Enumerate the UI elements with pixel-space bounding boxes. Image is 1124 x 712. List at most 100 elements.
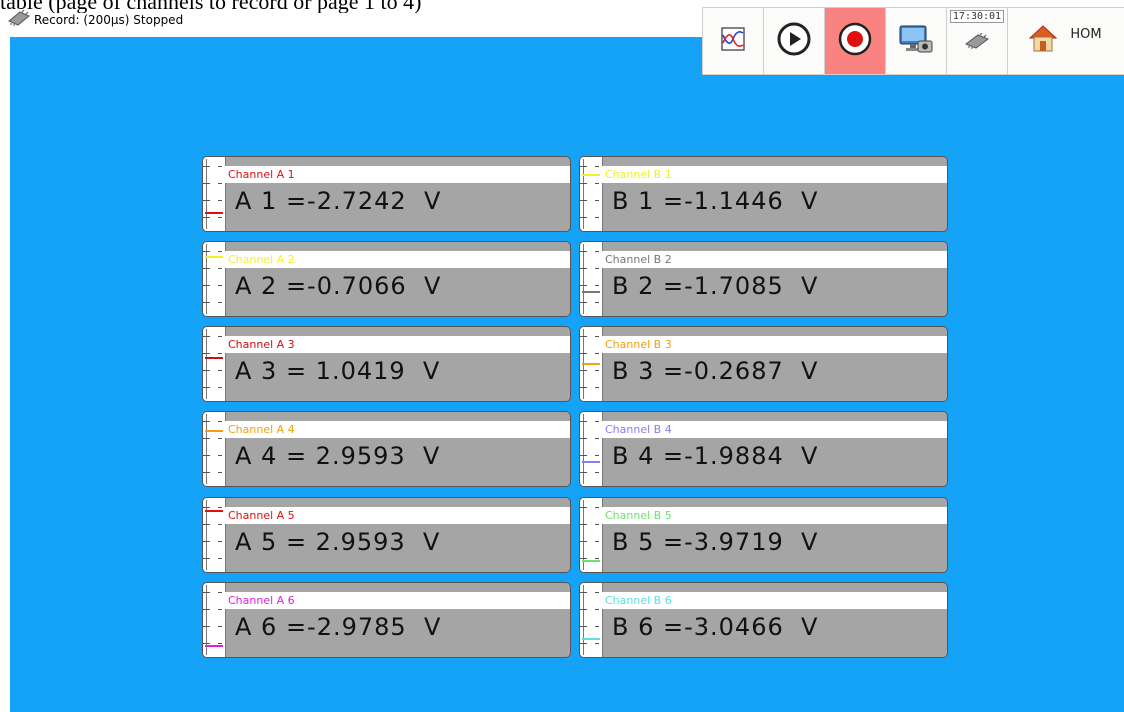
gauge-spine xyxy=(583,244,584,314)
gauge-tick xyxy=(218,200,222,201)
channel-panel[interactable]: Channel A 3 A 3 = 1.0419 V xyxy=(202,326,571,402)
gauge-tick xyxy=(595,541,599,542)
screenshot-button[interactable] xyxy=(886,8,947,74)
gauge-tick xyxy=(218,251,222,252)
gauge-tick xyxy=(580,336,587,337)
channel-name: Channel B 3 xyxy=(602,336,947,353)
gauge-level-marker xyxy=(582,461,600,463)
channel-panel[interactable]: Channel B 3 B 3 =-0.2687 V xyxy=(579,326,948,402)
gauge-tick xyxy=(595,524,599,525)
channel-name: Channel B 6 xyxy=(602,592,947,609)
gauge-tick xyxy=(218,217,222,218)
channel-value: B 5 =-3.9719 V xyxy=(612,528,819,556)
gauge-tick xyxy=(218,524,222,525)
gauge-level-marker xyxy=(205,256,223,258)
gauge-spine xyxy=(583,414,584,484)
gauge-tick xyxy=(203,626,210,627)
gauge-tick xyxy=(218,302,222,303)
gauge-spine xyxy=(206,414,207,484)
gauge-spine xyxy=(206,329,207,399)
monitor-camera-icon xyxy=(898,23,934,59)
gauge-tick xyxy=(218,285,222,286)
gauge-tick xyxy=(218,507,222,508)
channel-panel[interactable]: Channel B 1 B 1 =-1.1446 V xyxy=(579,156,948,232)
gauge-tick xyxy=(580,507,587,508)
channel-panel[interactable]: Channel A 1 A 1 =-2.7242 V xyxy=(202,156,571,232)
gauge-tick xyxy=(203,353,210,354)
channel-value: B 1 =-1.1446 V xyxy=(612,187,819,215)
gauge-level-marker xyxy=(205,645,223,647)
gauge-tick xyxy=(580,472,587,473)
trace-view-button[interactable] xyxy=(703,8,764,74)
gauge-tick xyxy=(580,353,587,354)
channel-value: A 6 =-2.9785 V xyxy=(235,613,442,641)
channel-panel[interactable]: Channel A 4 A 4 = 2.9593 V xyxy=(202,411,571,487)
channel-name: Channel A 1 xyxy=(225,166,570,183)
trace-chart-icon xyxy=(721,27,745,55)
channel-name: Channel B 4 xyxy=(602,421,947,438)
gauge-tick xyxy=(580,217,587,218)
home-icon xyxy=(1028,24,1058,58)
gauge-spine xyxy=(583,159,584,229)
channel-level-gauge xyxy=(203,412,226,486)
channel-panel[interactable]: Channel A 5 A 5 = 2.9593 V xyxy=(202,497,571,573)
gauge-tick xyxy=(580,626,587,627)
gauge-level-marker xyxy=(582,291,600,293)
gauge-level-marker xyxy=(582,560,600,562)
channel-level-gauge xyxy=(203,327,226,401)
gauge-tick xyxy=(203,541,210,542)
channel-level-gauge xyxy=(580,498,603,572)
channel-panel[interactable]: Channel A 2 A 2 =-0.7066 V xyxy=(202,241,571,317)
play-button[interactable] xyxy=(764,8,825,74)
channel-name: Channel A 2 xyxy=(225,251,570,268)
gauge-tick xyxy=(580,200,587,201)
channel-name: Channel A 4 xyxy=(225,421,570,438)
channel-name: Channel B 1 xyxy=(602,166,947,183)
gauge-tick xyxy=(595,183,599,184)
channel-value: B 6 =-3.0466 V xyxy=(612,613,819,641)
toolbar: 17:30:01 HOM xyxy=(702,7,1124,75)
record-icon xyxy=(838,22,872,60)
gauge-tick xyxy=(595,507,599,508)
gauge-tick xyxy=(218,268,222,269)
channel-panel[interactable]: Channel B 6 B 6 =-3.0466 V xyxy=(579,582,948,658)
gauge-tick xyxy=(580,592,587,593)
gauge-tick xyxy=(218,472,222,473)
channel-level-gauge xyxy=(580,412,603,486)
channel-panel[interactable]: Channel A 6 A 6 =-2.9785 V xyxy=(202,582,571,658)
gauge-spine xyxy=(206,159,207,229)
gauge-tick xyxy=(580,455,587,456)
gauge-level-marker xyxy=(582,174,600,176)
gauge-level-marker xyxy=(582,638,600,640)
gauge-tick xyxy=(580,524,587,525)
gauge-tick xyxy=(580,166,587,167)
channel-panel[interactable]: Channel B 5 B 5 =-3.9719 V xyxy=(579,497,948,573)
gauge-tick xyxy=(580,421,587,422)
channel-value: B 4 =-1.9884 V xyxy=(612,442,819,470)
gauge-level-marker xyxy=(205,357,223,359)
gauge-tick xyxy=(203,200,210,201)
gauge-tick xyxy=(595,302,599,303)
channel-panel[interactable]: Channel B 4 B 4 =-1.9884 V xyxy=(579,411,948,487)
gauge-tick xyxy=(218,387,222,388)
gauge-tick xyxy=(218,166,222,167)
gauge-tick xyxy=(203,421,210,422)
recorder-chip-icon xyxy=(8,9,30,30)
gauge-tick xyxy=(595,336,599,337)
status-bar: Record: (200µs) Stopped xyxy=(8,8,708,32)
home-button[interactable]: HOM xyxy=(1008,8,1116,74)
gauge-tick xyxy=(595,268,599,269)
gauge-tick xyxy=(203,387,210,388)
gauge-tick xyxy=(203,507,210,508)
channel-panel[interactable]: Channel B 2 B 2 =-1.7085 V xyxy=(579,241,948,317)
gauge-tick xyxy=(203,643,210,644)
gauge-tick xyxy=(595,472,599,473)
gauge-tick xyxy=(580,541,587,542)
clock-status: 17:30:01 xyxy=(947,8,1008,74)
gauge-tick xyxy=(595,353,599,354)
record-button[interactable] xyxy=(825,8,886,74)
gauge-level-marker xyxy=(582,363,600,365)
gauge-tick xyxy=(595,558,599,559)
gauge-tick xyxy=(580,268,587,269)
gauge-tick xyxy=(203,370,210,371)
